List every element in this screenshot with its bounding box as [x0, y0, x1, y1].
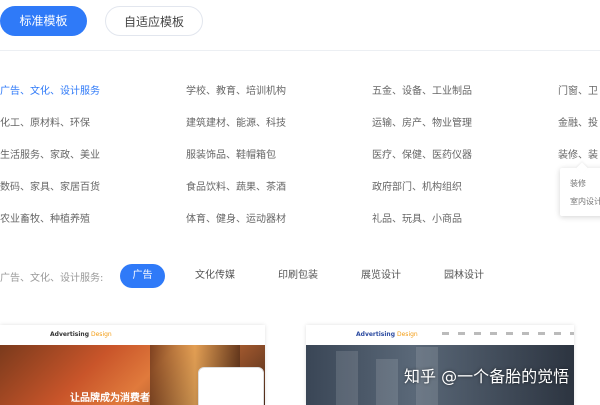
template-logo: Advertising Design	[50, 331, 112, 338]
subtab-landscape-design[interactable]: 园林设计	[444, 264, 484, 288]
category-food-beverage[interactable]: 食品饮料、蔬果、茶酒	[186, 178, 286, 193]
category-government[interactable]: 政府部门、机构组织	[372, 178, 462, 193]
category-finance[interactable]: 金融、投	[558, 114, 598, 129]
category-sports[interactable]: 体育、健身、运动器材	[186, 210, 286, 225]
subcategory-filter: 广告、文化、设计服务:	[0, 262, 103, 290]
category-education[interactable]: 学校、教育、培训机构	[186, 82, 286, 97]
subtab-advertising[interactable]: 广告	[120, 264, 165, 288]
category-grid: 广告、文化、设计服务 学校、教育、培训机构 五金、设备、工业制品 门窗、卫 化工…	[0, 82, 600, 232]
zhihu-watermark: 知乎 @一个备胎的觉悟	[404, 367, 570, 386]
subtab-print-packaging[interactable]: 印刷包装	[278, 264, 318, 288]
category-digital-furniture[interactable]: 数码、家具、家居百货	[0, 178, 100, 193]
subtab-culture-media[interactable]: 文化传媒	[195, 264, 235, 288]
category-agriculture[interactable]: 农业畜牧、种植养殖	[0, 210, 90, 225]
category-advertising-culture-design[interactable]: 广告、文化、设计服务	[0, 82, 100, 97]
subtab-exhibition-design[interactable]: 展览设计	[361, 264, 401, 288]
template-type-tabs: 标准模板 自适应模板	[0, 6, 203, 36]
template-slogan: 让品牌成为消费者	[70, 393, 150, 404]
decoration-dropdown: 装修 室内设计	[560, 162, 600, 216]
template-preview-navbar: Advertising Design	[0, 325, 265, 346]
category-doors-windows[interactable]: 门窗、卫	[558, 82, 598, 97]
template-preview-navbar: Advertising Design	[306, 325, 574, 346]
template-logo: Advertising Design	[356, 331, 418, 338]
subcategory-filter-label: 广告、文化、设计服务:	[0, 272, 104, 284]
category-medical[interactable]: 医疗、保健、医药仪器	[372, 146, 472, 161]
phone-mockup	[198, 367, 264, 405]
template-card-1[interactable]: Advertising Design 让品牌成为消费者	[0, 325, 265, 405]
template-preview-image: 让品牌成为消费者	[0, 345, 265, 405]
category-decoration[interactable]: 装修、装	[558, 146, 598, 161]
category-hardware-equipment[interactable]: 五金、设备、工业制品	[372, 82, 472, 97]
template-menu	[442, 332, 574, 335]
header-divider	[0, 50, 600, 51]
dropdown-item-decoration[interactable]: 装修	[570, 178, 586, 189]
category-life-services[interactable]: 生活服务、家政、美业	[0, 146, 100, 161]
dropdown-item-interior-design[interactable]: 室内设计	[570, 196, 600, 207]
category-chemical-materials[interactable]: 化工、原材料、环保	[0, 114, 90, 129]
category-construction-energy[interactable]: 建筑建材、能源、科技	[186, 114, 286, 129]
category-gifts-toys[interactable]: 礼品、玩具、小商品	[372, 210, 462, 225]
tab-responsive-template[interactable]: 自适应模板	[105, 6, 203, 36]
category-apparel-bags[interactable]: 服装饰品、鞋帽箱包	[186, 146, 276, 161]
category-transport-realestate[interactable]: 运输、房产、物业管理	[372, 114, 472, 129]
tab-standard-template[interactable]: 标准模板	[0, 6, 87, 36]
